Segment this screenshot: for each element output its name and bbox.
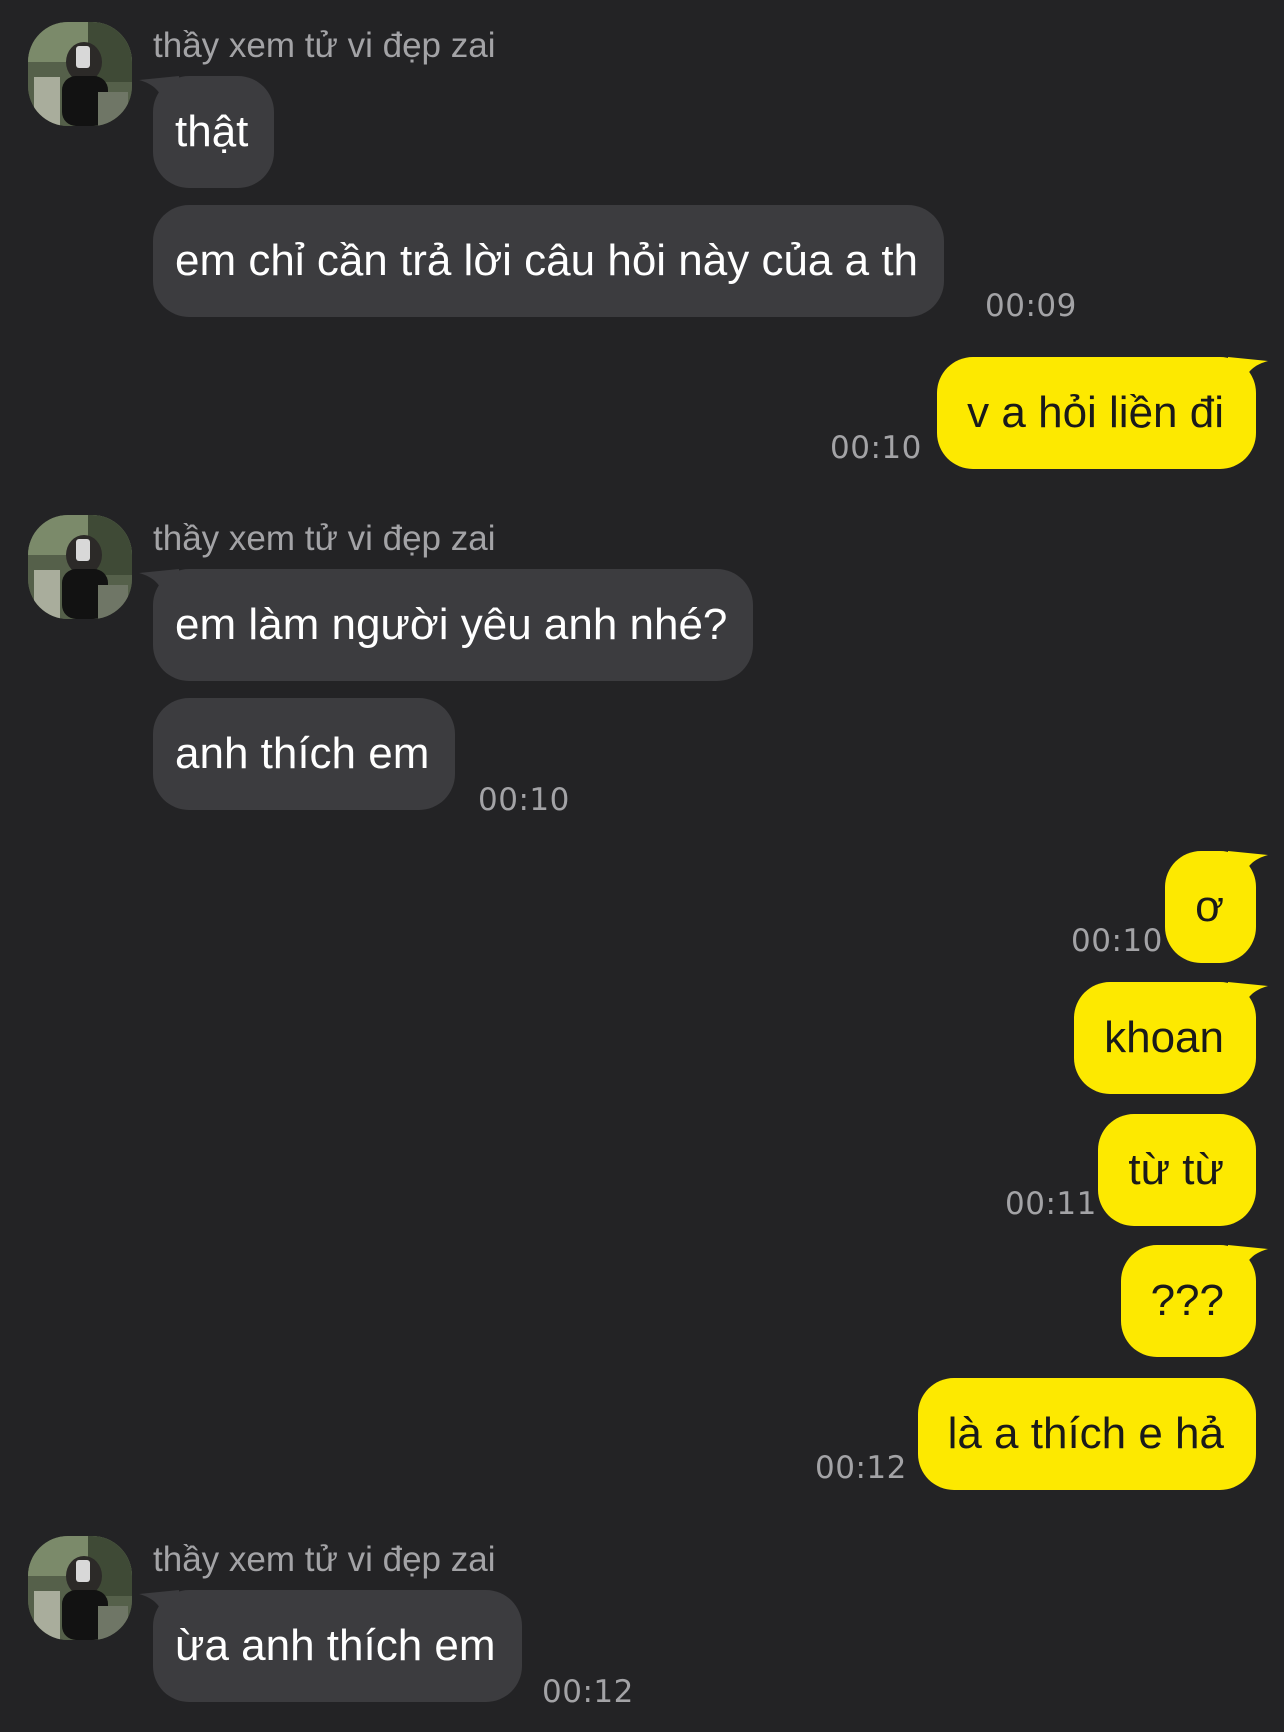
- bubble-tail-icon: [139, 569, 179, 609]
- bubble-tail-icon: [1228, 851, 1268, 891]
- bubble-tail-icon: [139, 1590, 179, 1630]
- sender-name: thầy xem tử vi đẹp zai: [153, 26, 496, 65]
- message-bubble-outgoing[interactable]: ???: [1120, 1245, 1268, 1357]
- message-bubble-outgoing[interactable]: khoan: [1074, 982, 1268, 1094]
- sender-avatar[interactable]: [28, 515, 132, 619]
- message-bubble-outgoing[interactable]: v a hỏi liền đi: [937, 357, 1268, 469]
- message-time: 00:10: [1071, 923, 1163, 959]
- message-text: là a thích e hả: [947, 1409, 1224, 1458]
- message-time: 00:10: [830, 430, 922, 466]
- message-text: em làm người yêu anh nhé?: [175, 600, 728, 649]
- message-time: 00:12: [542, 1674, 634, 1710]
- message-time: 00:12: [815, 1450, 907, 1486]
- message-bubble-incoming[interactable]: ừa anh thích em: [139, 1590, 522, 1702]
- message-bubble-incoming[interactable]: em làm người yêu anh nhé?: [139, 569, 754, 681]
- sender-name: thầy xem tử vi đẹp zai: [153, 519, 496, 558]
- bubble-tail-icon: [1228, 1245, 1268, 1285]
- message-bubble-incoming[interactable]: anh thích em: [153, 698, 456, 810]
- message-bubble-incoming[interactable]: em chỉ cần trả lời câu hỏi này của a th: [153, 205, 945, 317]
- sender-avatar[interactable]: [28, 22, 132, 126]
- message-text: anh thích em: [175, 729, 430, 778]
- message-text: từ từ: [1128, 1145, 1224, 1194]
- message-text: khoan: [1104, 1013, 1224, 1062]
- bubble-tail-icon: [1228, 357, 1268, 397]
- message-time: 00:09: [985, 288, 1077, 324]
- message-bubble-outgoing[interactable]: ơ: [1165, 851, 1268, 963]
- message-text: ???: [1150, 1276, 1224, 1325]
- message-time: 00:11: [1005, 1186, 1097, 1222]
- message-bubble-outgoing[interactable]: là a thích e hả: [917, 1378, 1256, 1490]
- sender-name: thầy xem tử vi đẹp zai: [153, 1540, 496, 1579]
- message-text: thật: [175, 107, 249, 156]
- sender-avatar[interactable]: [28, 1536, 132, 1640]
- message-text: ơ: [1195, 882, 1224, 931]
- message-text: ừa anh thích em: [175, 1621, 496, 1670]
- message-text: v a hỏi liền đi: [967, 388, 1224, 437]
- message-time: 00:10: [478, 782, 570, 818]
- message-bubble-outgoing[interactable]: từ từ: [1098, 1114, 1256, 1226]
- message-bubble-incoming[interactable]: thật: [139, 76, 275, 188]
- message-text: em chỉ cần trả lời câu hỏi này của a th: [175, 236, 919, 285]
- bubble-tail-icon: [1228, 982, 1268, 1022]
- bubble-tail-icon: [139, 76, 179, 116]
